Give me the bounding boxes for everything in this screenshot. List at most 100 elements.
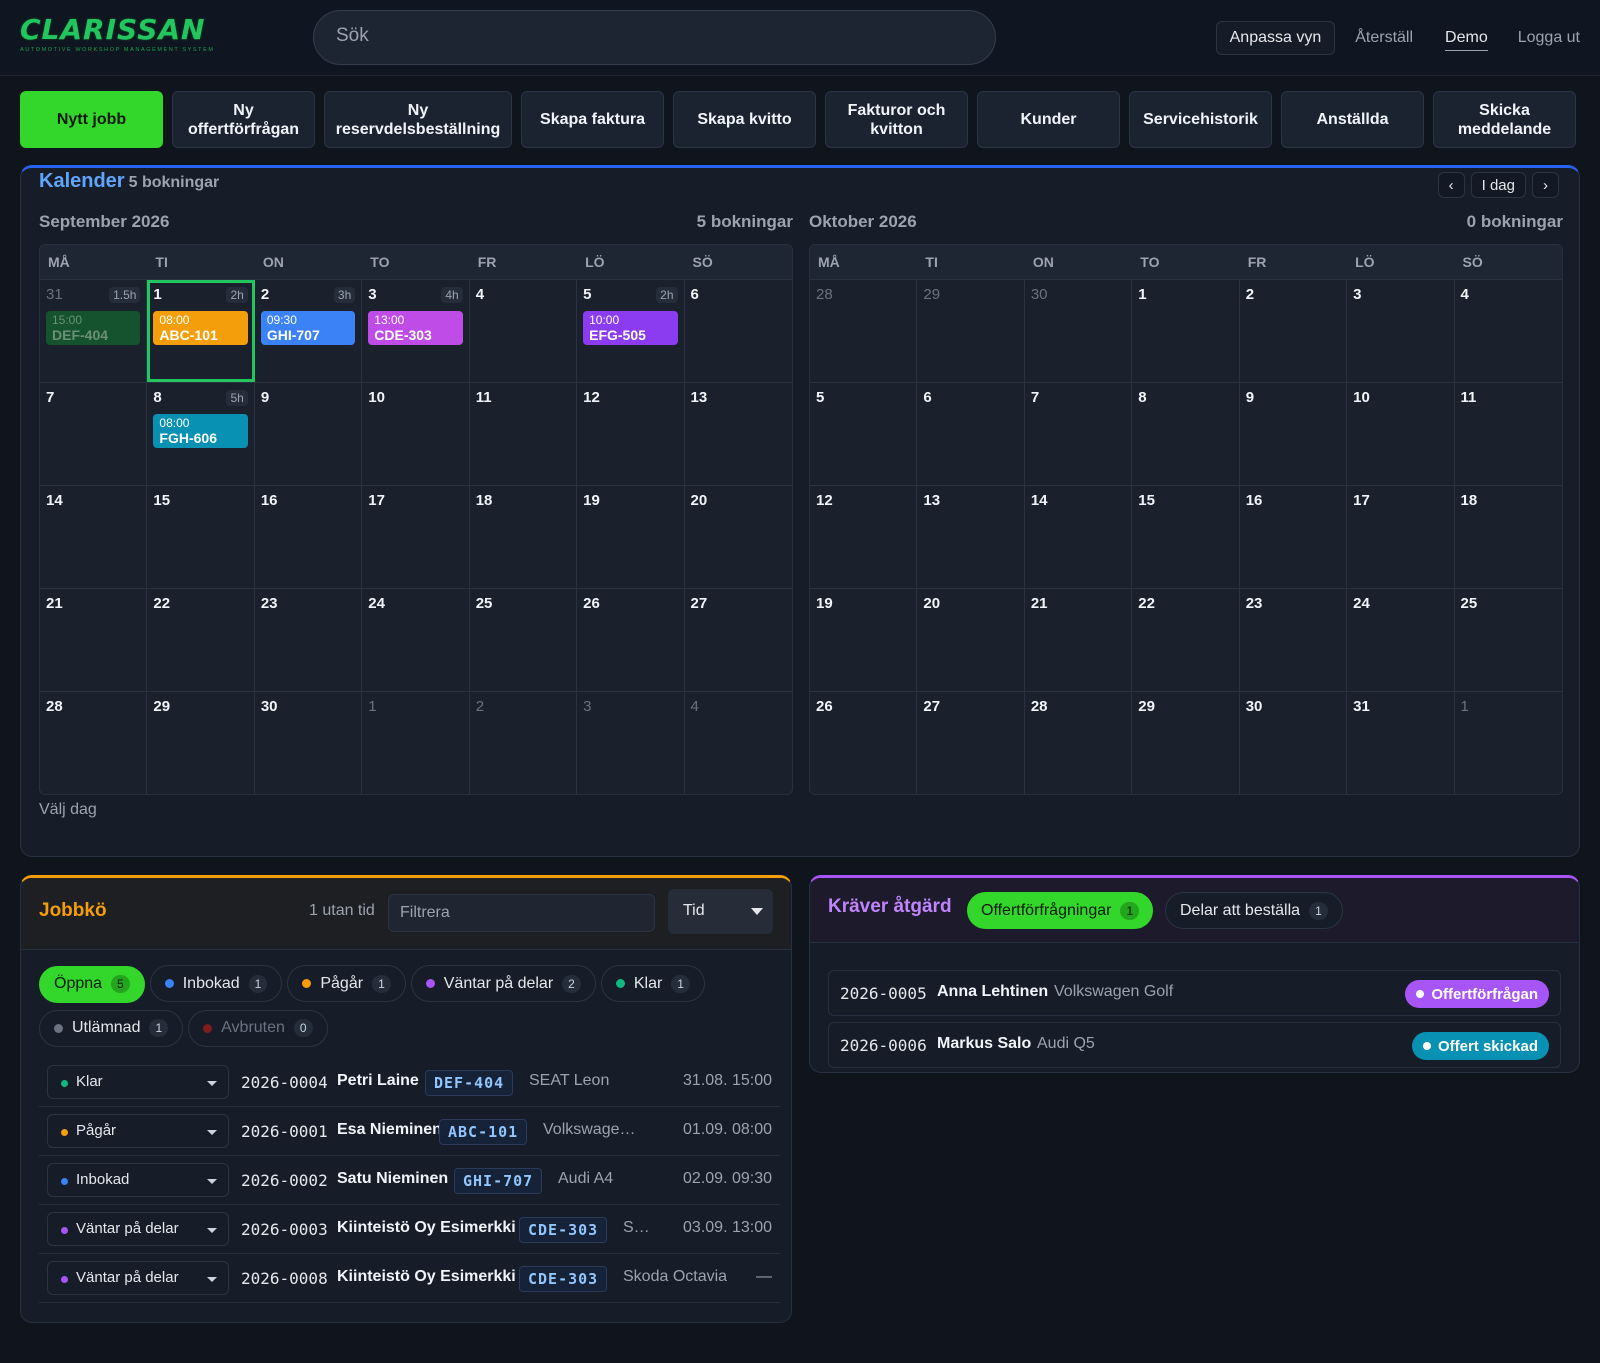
new-quote-request-button[interactable]: Ny offertförfrågan	[172, 91, 315, 148]
day-cell[interactable]: 1 2h 08:00 ABC-101	[147, 280, 255, 382]
day-cell[interactable]: 15	[147, 486, 255, 588]
day-cell[interactable]: 12	[577, 383, 685, 485]
day-cell[interactable]: 31	[1347, 692, 1455, 794]
day-cell[interactable]: 22	[147, 589, 255, 691]
booking-event[interactable]: 08:00 ABC-101	[153, 311, 248, 345]
invoices-receipts-button[interactable]: Fakturor och kvitton	[825, 91, 968, 148]
day-cell[interactable]: 9	[1240, 383, 1348, 485]
day-cell[interactable]: 1	[1132, 280, 1240, 382]
booking-event[interactable]: 10:00 EFG-505	[583, 311, 678, 345]
create-receipt-button[interactable]: Skapa kvitto	[673, 91, 816, 148]
day-cell[interactable]: 2 3h 09:30 GHI-707	[255, 280, 363, 382]
create-invoice-button[interactable]: Skapa faktura	[521, 91, 664, 148]
tab-quote-requests[interactable]: Offertförfrågningar 1	[967, 892, 1154, 929]
day-cell[interactable]: 3	[1347, 280, 1455, 382]
sort-select[interactable]: Tid	[668, 889, 773, 934]
booking-event[interactable]: 13:00 CDE-303	[368, 311, 463, 345]
day-cell[interactable]: 27	[685, 589, 792, 691]
day-cell[interactable]: 10	[1347, 383, 1455, 485]
send-message-button[interactable]: Skicka meddelande	[1433, 91, 1576, 148]
day-cell[interactable]: 14	[40, 486, 148, 588]
day-cell[interactable]: 26	[577, 589, 685, 691]
day-cell[interactable]: 23	[255, 589, 363, 691]
day-cell[interactable]: 21	[1025, 589, 1133, 691]
day-cell[interactable]: 23	[1240, 589, 1348, 691]
day-cell[interactable]: 18	[1455, 486, 1562, 588]
status-chip[interactable]: Utlämnad 1	[39, 1009, 184, 1047]
day-cell[interactable]: 7	[40, 383, 148, 485]
status-select[interactable]: Väntar på delar	[47, 1212, 229, 1246]
day-cell[interactable]: 26	[810, 692, 918, 794]
day-cell[interactable]: 13	[917, 486, 1025, 588]
day-cell[interactable]: 5 2h 10:00 EFG-505	[577, 280, 685, 382]
table-row[interactable]: Klar 2026-0004 Petri Laine DEF-404 SEAT Leon…	[39, 1058, 780, 1107]
day-cell[interactable]: 7	[1025, 383, 1133, 485]
day-cell[interactable]: 29	[1132, 692, 1240, 794]
table-row[interactable]: Pågår 2026-0001 Esa Nieminen ABC-101 Volkswa…	[39, 1107, 780, 1156]
customers-button[interactable]: Kunder	[977, 91, 1120, 148]
day-cell[interactable]: 15	[1132, 486, 1240, 588]
day-cell[interactable]: 6	[685, 280, 792, 382]
day-cell[interactable]: 30	[1025, 280, 1133, 382]
day-cell[interactable]: 28	[810, 280, 918, 382]
status-select[interactable]: Pågår	[47, 1114, 229, 1148]
status-chip[interactable]: Öppna 5	[39, 965, 145, 1003]
day-cell[interactable]: 4	[685, 692, 792, 794]
day-cell[interactable]: 17	[1347, 486, 1455, 588]
new-parts-order-button[interactable]: Ny reservdelsbeställning	[324, 91, 512, 148]
booking-event[interactable]: 09:30 GHI-707	[260, 311, 356, 345]
day-cell[interactable]: 30	[1240, 692, 1348, 794]
day-cell[interactable]: 16	[255, 486, 363, 588]
day-cell[interactable]: 20	[917, 589, 1025, 691]
booking-event[interactable]: 08:00 FGH-606	[153, 414, 248, 448]
day-cell[interactable]: 30	[255, 692, 363, 794]
day-cell[interactable]: 25	[1455, 589, 1562, 691]
day-cell[interactable]: 19	[577, 486, 685, 588]
status-select[interactable]: Klar	[47, 1065, 229, 1099]
day-cell[interactable]: 29	[917, 280, 1025, 382]
day-cell[interactable]: 28	[1025, 692, 1133, 794]
employees-button[interactable]: Anställda	[1281, 91, 1424, 148]
status-chip[interactable]: Klar 1	[600, 965, 705, 1002]
today-button[interactable]: I dag	[1470, 172, 1526, 198]
table-row[interactable]: Inbokad 2026-0002 Satu Nieminen GHI-707 Audi…	[39, 1156, 780, 1205]
table-row[interactable]: Väntar på delar 2026-0003 Kiinteistö Oy Es…	[39, 1205, 780, 1254]
status-select[interactable]: Inbokad	[47, 1163, 229, 1197]
day-cell[interactable]: 6	[917, 383, 1025, 485]
day-cell[interactable]: 20	[685, 486, 792, 588]
day-cell[interactable]: 14	[1025, 486, 1133, 588]
day-cell[interactable]: 25	[470, 589, 578, 691]
day-cell[interactable]: 2	[470, 692, 578, 794]
booking-event[interactable]: 15:00 DEF-404	[46, 311, 141, 345]
table-row[interactable]: Väntar på delar 2026-0008 Kiinteistö Oy Es…	[39, 1254, 780, 1303]
day-cell[interactable]: 11	[470, 383, 578, 485]
day-cell[interactable]: 5	[810, 383, 918, 485]
day-cell[interactable]: 10	[362, 383, 470, 485]
day-cell[interactable]: 17	[362, 486, 470, 588]
day-cell[interactable]: 28	[40, 692, 148, 794]
day-cell[interactable]: 3	[577, 692, 685, 794]
filter-input[interactable]: Filtrera	[388, 894, 655, 932]
status-chip[interactable]: Väntar på delar 2	[410, 965, 596, 1002]
day-cell[interactable]: 19	[810, 589, 918, 691]
status-select[interactable]: Väntar på delar	[47, 1261, 229, 1295]
customize-view-button[interactable]: Anpassa vyn	[1215, 21, 1336, 55]
day-cell[interactable]: 11	[1455, 383, 1562, 485]
status-chip[interactable]: Pågår 1	[287, 965, 406, 1002]
logo[interactable]: CLARISSAN AUTOMOTIVE WORKSHOP MANAGEMENT…	[20, 14, 213, 60]
day-cell[interactable]: 29	[147, 692, 255, 794]
day-cell[interactable]: 12	[810, 486, 918, 588]
prev-month-button[interactable]: ‹	[1437, 172, 1465, 198]
day-cell[interactable]: 24	[362, 589, 470, 691]
service-history-button[interactable]: Servicehistorik	[1129, 91, 1272, 148]
day-cell[interactable]: 22	[1132, 589, 1240, 691]
day-cell[interactable]: 3 4h 13:00 CDE-303	[362, 280, 470, 382]
day-cell[interactable]: 1	[1455, 692, 1562, 794]
tab-parts-to-order[interactable]: Delar att beställa 1	[1165, 892, 1343, 929]
day-cell[interactable]: 31 1.5h 15:00 DEF-404	[40, 280, 148, 382]
day-cell[interactable]: 21	[40, 589, 148, 691]
day-cell[interactable]: 9	[255, 383, 363, 485]
day-cell[interactable]: 16	[1240, 486, 1348, 588]
reset-button[interactable]: Återställ	[1355, 21, 1413, 55]
day-cell[interactable]: 8	[1132, 383, 1240, 485]
